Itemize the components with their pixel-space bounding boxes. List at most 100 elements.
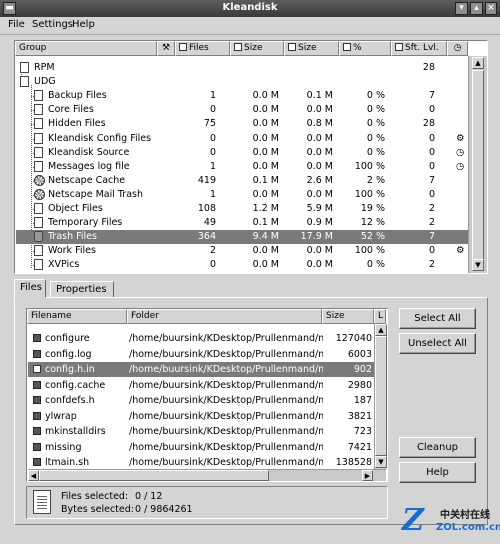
menu-file[interactable]: File	[8, 19, 25, 30]
group-row[interactable]: RPM 28	[16, 61, 468, 75]
column-header-size1[interactable]: Size	[230, 41, 284, 56]
group-row[interactable]: Netscape Cache 419 0.1 M 2.6 M 2 % 7	[16, 174, 468, 188]
size-value: 0.0 M	[252, 146, 279, 158]
column-header-percent[interactable]: %	[339, 41, 391, 56]
group-name: UDG	[34, 76, 56, 88]
file-name: mkinstalldirs	[45, 426, 106, 437]
group-row[interactable]: Core Files 0 0.0 M 0.0 M 0 % 0	[16, 103, 468, 117]
maximize-icon[interactable]: ▴	[470, 2, 483, 15]
file-checkbox[interactable]	[33, 365, 41, 373]
files-count: 1	[209, 90, 216, 102]
column-header-filename[interactable]: Filename	[27, 309, 127, 324]
column-header-l[interactable]: L	[374, 309, 386, 324]
file-row[interactable]: missing/home/buursink/KDesktop/Prullenma…	[28, 440, 375, 455]
file-size: 7421	[347, 441, 372, 453]
scroll-left-icon[interactable]: ◀	[28, 470, 39, 481]
scroll-down-icon[interactable]: ▼	[472, 259, 484, 271]
group-name: XVPics	[48, 259, 80, 271]
file-row[interactable]: ltmain.sh/home/buursink/KDesktop/Prullen…	[28, 455, 375, 470]
scroll-thumb[interactable]	[375, 336, 387, 456]
file-checkbox[interactable]	[33, 458, 41, 466]
column-header-folder[interactable]: Folder	[127, 309, 322, 324]
help-button[interactable]: Help	[399, 462, 476, 483]
group-row[interactable]: Temporary Files 49 0.1 M 0.9 M 12 % 2	[16, 216, 468, 230]
group-row[interactable]: Hidden Files 75 0.0 M 0.8 M 0 % 28	[16, 117, 468, 131]
scroll-up-icon[interactable]: ▲	[375, 324, 387, 336]
title-bar[interactable]: ▬ Kleandisk ▾ ▴ ×	[0, 0, 500, 17]
clock-icon: ◷	[456, 146, 465, 158]
zol-url: ZOL.com.cn	[436, 522, 500, 533]
group-tree-scrollbar[interactable]: ▲ ▼	[468, 56, 487, 273]
tab-properties[interactable]: Properties	[50, 281, 114, 298]
group-row[interactable]: Object Files 108 1.2 M 5.9 M 19 % 2	[16, 202, 468, 216]
group-row[interactable]: Backup Files 1 0.0 M 0.1 M 0 % 7	[16, 89, 468, 103]
file-checkbox[interactable]	[33, 334, 41, 342]
file-checkbox[interactable]	[33, 442, 41, 451]
sort-icon[interactable]: ⚒	[157, 41, 175, 56]
scroll-thumb[interactable]	[39, 470, 269, 481]
folder-icon	[20, 62, 29, 73]
column-header-size2[interactable]: Size	[284, 41, 339, 56]
close-icon[interactable]: ×	[485, 2, 497, 15]
minimize-icon[interactable]: ▾	[455, 2, 468, 15]
group-row[interactable]: Kleandisk Source 0 0.0 M 0.0 M 0 % 0 ◷	[16, 146, 468, 160]
group-name: Object Files	[48, 203, 103, 214]
file-checkbox[interactable]	[33, 349, 41, 358]
column-header-safety-level[interactable]: Sft. Lvl.	[391, 41, 447, 56]
file-row[interactable]: confdefs.h/home/buursink/KDesktop/Prulle…	[28, 393, 375, 408]
file-list[interactable]: Filename Folder Size L configure/home/bu…	[26, 308, 388, 482]
group-row[interactable]: Work Files 2 0.0 M 0.0 M 100 % 0 ⚙	[16, 244, 468, 258]
percent-value: 0 %	[366, 132, 385, 144]
scroll-down-icon[interactable]: ▼	[375, 456, 387, 468]
column-header-size[interactable]: Size	[322, 309, 374, 324]
file-folder: /home/buursink/KDesktop/Prullenmand/mp..…	[129, 441, 323, 453]
size-value: 0.0 M	[252, 245, 279, 257]
file-checkbox[interactable]	[33, 411, 41, 420]
group-name: Netscape Mail Trash	[48, 188, 143, 200]
document-icon	[34, 160, 43, 172]
group-name: Work Files	[48, 245, 96, 257]
file-size: 2980	[347, 379, 372, 391]
percent-value: 52 %	[360, 231, 385, 243]
cleanup-button[interactable]: Cleanup	[399, 437, 476, 458]
checkbox-icon	[343, 43, 351, 51]
group-row[interactable]: Trash Files 364 9.4 M 17.9 M 52 % 7	[16, 230, 468, 245]
file-checkbox[interactable]	[33, 396, 41, 404]
file-row[interactable]: ylwrap/home/buursink/KDesktop/Prullenman…	[28, 409, 375, 424]
group-row[interactable]: Kleandisk Config Files 0 0.0 M 0.0 M 0 % 0 ⚙	[16, 132, 468, 146]
unselect-all-button[interactable]: Unselect All	[399, 333, 476, 354]
file-row[interactable]: config.cache/home/buursink/KDesktop/Prul…	[28, 378, 375, 393]
scroll-right-icon[interactable]: ▶	[362, 470, 373, 481]
file-checkbox[interactable]	[33, 380, 41, 389]
file-list-hscrollbar[interactable]: ◀ ▶	[28, 469, 386, 481]
menu-settings[interactable]: Settings	[32, 19, 73, 30]
column-header-files[interactable]: Files	[175, 41, 230, 56]
file-checkbox[interactable]	[33, 427, 41, 435]
file-name: config.h.in	[45, 364, 95, 375]
column-header-group[interactable]: Group	[15, 41, 157, 56]
tree-connector	[31, 265, 34, 267]
scroll-thumb[interactable]	[472, 70, 484, 260]
select-all-button[interactable]: Select All	[399, 308, 476, 329]
size-value: 0.0 M	[252, 104, 279, 116]
menu-help[interactable]: Help	[72, 19, 95, 30]
tab-files[interactable]: Files	[14, 279, 46, 298]
group-tree[interactable]: Group ⚒ Files Size Size % Sft. Lvl. ◷ RP…	[14, 40, 488, 274]
file-row[interactable]: mkinstalldirs/home/buursink/KDesktop/Pru…	[28, 424, 375, 439]
size-value: 0.0 M	[306, 146, 333, 158]
document-icon	[34, 90, 43, 102]
size-value: 0.0 M	[306, 245, 333, 257]
group-row[interactable]: Netscape Mail Trash 1 0.0 M 0.0 M 100 % 0	[16, 188, 468, 202]
scroll-up-icon[interactable]: ▲	[472, 57, 484, 69]
file-row[interactable]: configure/home/buursink/KDesktop/Prullen…	[28, 331, 375, 346]
group-row[interactable]: XVPics 0 0.0 M 0.0 M 0 % 2	[16, 258, 468, 272]
clock-icon[interactable]: ◷	[447, 41, 468, 56]
file-row[interactable]: config.log/home/buursink/KDesktop/Prulle…	[28, 347, 375, 362]
group-row[interactable]: UDG	[16, 75, 468, 89]
tree-connector	[31, 251, 34, 253]
file-list-vscrollbar[interactable]: ▲ ▼	[374, 324, 387, 469]
file-row[interactable]: config.h.in/home/buursink/KDesktop/Prull…	[28, 362, 375, 377]
group-row[interactable]: Messages log file 1 0.0 M 0.0 M 100 % 0 ◷	[16, 160, 468, 174]
zol-watermark: Z 中关村在线 ZOL.com.cn	[402, 502, 500, 540]
percent-value: 0 %	[366, 104, 385, 116]
